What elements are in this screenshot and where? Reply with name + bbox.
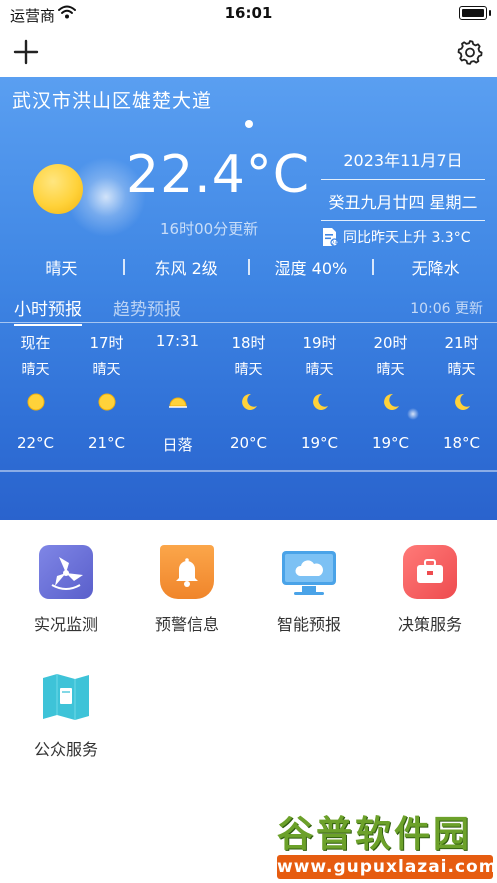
watermark: 谷普软件园 www.gupuxlazai.com	[273, 803, 497, 883]
hour-item: 17时 晴天 21°C	[71, 330, 142, 460]
service-label: 预警信息	[154, 615, 219, 634]
current-temperature: 22.4°C	[126, 145, 311, 205]
service-label: 实况监测	[33, 615, 98, 634]
service-label: 公众服务	[33, 740, 98, 759]
service-warning-info[interactable]: 预警信息	[132, 545, 242, 635]
hour-item: 19时 晴天 19°C	[284, 330, 355, 460]
hour-time: 18时	[231, 334, 266, 352]
hour-item: 21时 晴天 18°C	[426, 330, 497, 460]
hour-item: 18时 晴天 20°C	[213, 330, 284, 460]
hour-time: 19时	[302, 334, 337, 352]
sun-icon	[98, 393, 116, 411]
compare-text: 同比昨天上升 3.3°C	[343, 230, 471, 246]
date-box: 2023年11月7日 癸丑九月廿四 星期二 24 同比昨天上升 3.3°C	[321, 143, 485, 247]
service-decision-service[interactable]: 决策服务	[375, 545, 485, 635]
humidity-label: 湿度 40%	[274, 259, 348, 278]
service-smart-forecast[interactable]: 智能预报	[254, 545, 364, 635]
sun-icon	[33, 164, 83, 214]
panel-divider	[0, 470, 497, 472]
hour-item: 17:31 日落	[142, 330, 213, 460]
hour-temp: 18°C	[442, 434, 481, 452]
status-bar: 运营商 16:01	[0, 0, 497, 28]
moon-icon	[242, 393, 257, 410]
windmill-icon	[39, 545, 93, 599]
monitor-cloud-icon	[282, 545, 336, 599]
services-grid: 实况监测 预警信息 智能预报 决策服务 公众服务	[0, 530, 497, 790]
watermark-url: www.gupuxlazai.com	[277, 855, 497, 879]
nav-bar	[0, 28, 497, 77]
wind-label: 东风 2级	[154, 259, 218, 278]
briefcase-icon	[403, 545, 457, 599]
location-label[interactable]: 武汉市洪山区雄楚大道	[12, 86, 212, 113]
bell-icon	[160, 545, 214, 599]
hour-temp: 22°C	[16, 434, 55, 452]
gear-icon[interactable]	[457, 39, 483, 65]
hour-time: 21时	[444, 334, 479, 352]
hour-condition: 晴天	[92, 362, 121, 378]
hour-item: 20时 晴天 19°C	[355, 330, 426, 460]
service-label: 智能预报	[276, 615, 341, 634]
hour-time: 现在	[20, 334, 51, 352]
hour-condition: 晴天	[234, 362, 263, 378]
precip-label: 无降水	[411, 259, 460, 278]
document-icon: 24	[323, 228, 339, 247]
condition-label: 晴天	[45, 259, 78, 278]
hour-condition: 晴天	[447, 362, 476, 378]
hour-time: 17时	[89, 334, 124, 352]
weather-panel: 武汉市洪山区雄楚大道 22.4°C 16时00分更新 2023年11月7日 癸丑…	[0, 77, 497, 520]
hourly-forecast: 现在 晴天 22°C 17时 晴天 21°C 17:31 日落 18时 晴天 2…	[0, 330, 497, 460]
hour-temp: 21°C	[87, 434, 126, 452]
sunset-icon	[169, 397, 187, 408]
page-indicator-dot	[245, 120, 253, 128]
moon-icon	[313, 393, 328, 410]
hour-temp: 日落	[162, 436, 193, 454]
watermark-title: 谷普软件园	[277, 814, 473, 855]
hour-temp: 19°C	[371, 434, 410, 452]
sun-icon	[27, 393, 45, 411]
hour-temp: 19°C	[300, 434, 339, 452]
hour-condition: 晴天	[376, 362, 405, 378]
decorative-sparkle	[407, 408, 419, 420]
hour-time: 20时	[373, 334, 408, 352]
tab-trend-forecast[interactable]: 趋势预报	[113, 295, 181, 320]
temp-compare: 24 同比昨天上升 3.3°C	[321, 221, 485, 247]
weather-summary: 晴天 东风 2级 湿度 40% 无降水	[0, 252, 497, 282]
svg-text:24: 24	[331, 241, 337, 247]
lunar-date-label: 癸丑九月廿四 星期二	[321, 180, 485, 221]
forecast-update-time: 10:06 更新	[410, 301, 483, 317]
status-time: 16:01	[224, 4, 273, 22]
service-public-service[interactable]: 公众服务	[11, 670, 121, 760]
update-time: 16时00分更新	[160, 220, 259, 238]
hour-time: 17:31	[155, 332, 200, 350]
service-realtime-monitoring[interactable]: 实况监测	[11, 545, 121, 635]
date-label: 2023年11月7日	[321, 143, 485, 180]
plus-icon[interactable]	[12, 38, 40, 66]
battery-icon	[459, 6, 491, 20]
hour-condition: 晴天	[305, 362, 334, 378]
hour-condition: 晴天	[21, 362, 50, 378]
tab-hourly-forecast[interactable]: 小时预报	[14, 295, 82, 326]
book-icon	[39, 670, 93, 724]
forecast-tabs: 小时预报 趋势预报 10:06 更新	[0, 292, 497, 326]
service-label: 决策服务	[397, 615, 462, 634]
hour-item: 现在 晴天 22°C	[0, 330, 71, 460]
moon-icon	[455, 393, 470, 410]
hour-temp: 20°C	[229, 434, 268, 452]
moon-icon	[384, 393, 399, 410]
